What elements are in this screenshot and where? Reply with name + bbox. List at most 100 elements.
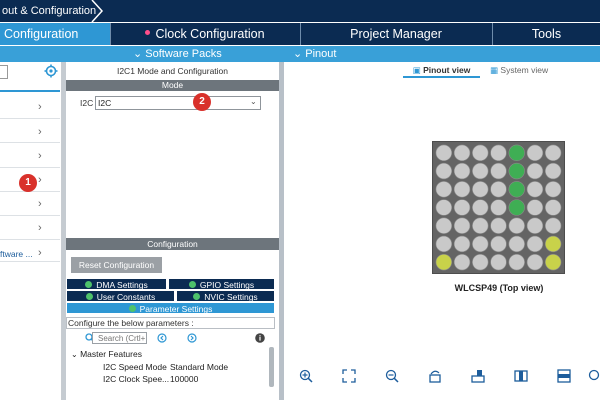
chip-pin[interactable] xyxy=(508,144,525,162)
chip-pin[interactable] xyxy=(472,181,489,198)
chip-pin[interactable] xyxy=(453,144,471,162)
chip-pin[interactable] xyxy=(508,162,525,180)
chip-pin[interactable] xyxy=(508,235,525,253)
chevron-down-icon: ⌄ xyxy=(250,97,257,106)
parameter-search-input[interactable] xyxy=(92,332,147,344)
chip-pin[interactable] xyxy=(453,217,471,234)
software-packs-menu[interactable]: ⌄ Software Packs xyxy=(133,46,222,62)
category-row[interactable] xyxy=(0,216,60,240)
flip-icon[interactable] xyxy=(471,369,485,383)
chip-pin[interactable] xyxy=(435,162,453,180)
tab-project-manager[interactable]: Project Manager xyxy=(301,23,491,45)
search-icon[interactable] xyxy=(588,369,600,383)
chip-pin[interactable] xyxy=(508,253,525,271)
tab-parameter-settings[interactable]: Parameter Settings xyxy=(66,302,275,314)
chip-pin[interactable] xyxy=(472,144,489,162)
chevron-down-icon: ⌄ xyxy=(293,48,303,60)
chip-pin[interactable] xyxy=(526,253,544,271)
tab-dma-settings[interactable]: DMA Settings xyxy=(66,278,167,290)
pinout-menu[interactable]: ⌄ Pinout xyxy=(293,46,336,62)
chip-pin[interactable] xyxy=(490,235,507,253)
chip-pin[interactable] xyxy=(490,162,507,180)
params-scrollbar[interactable] xyxy=(269,347,274,387)
i2c-mode-select[interactable]: I2C xyxy=(95,96,261,110)
chip-pin[interactable] xyxy=(435,199,453,216)
tab-system-view[interactable]: ▦ System view xyxy=(490,65,552,78)
fit-to-screen-icon[interactable] xyxy=(342,369,356,383)
chip-pin[interactable] xyxy=(544,181,562,198)
chip-pin[interactable] xyxy=(435,235,453,253)
chip-pin[interactable] xyxy=(453,181,471,198)
chip-icon: ▣ xyxy=(412,65,421,75)
chip-pin[interactable] xyxy=(544,235,562,253)
chip-pin[interactable] xyxy=(526,199,544,216)
chip-pin[interactable] xyxy=(544,199,562,216)
tab-user-constants[interactable]: User Constants xyxy=(66,290,175,302)
tab-tools[interactable]: Tools xyxy=(493,23,600,45)
reset-configuration-button[interactable]: Reset Configuration xyxy=(71,257,162,273)
chip-pin[interactable] xyxy=(526,144,544,162)
chip-pin[interactable] xyxy=(453,253,471,271)
chip-pin[interactable] xyxy=(453,162,471,180)
rotate-icon[interactable] xyxy=(428,369,442,383)
chip-pin[interactable] xyxy=(453,199,471,216)
chip-pin[interactable] xyxy=(435,217,453,234)
tab-nvic-settings[interactable]: NVIC Settings xyxy=(176,290,275,302)
info-icon[interactable] xyxy=(255,333,265,343)
chip-pin[interactable] xyxy=(472,235,489,253)
category-row[interactable] xyxy=(0,240,60,262)
mode-header: Mode xyxy=(66,80,279,91)
chip-pin[interactable] xyxy=(526,217,544,234)
split-horizontal-icon[interactable] xyxy=(557,369,571,383)
tab-gpio-settings[interactable]: GPIO Settings xyxy=(168,278,275,290)
gear-icon[interactable] xyxy=(44,64,58,78)
zoom-in-icon[interactable] xyxy=(299,369,313,383)
check-circle-icon xyxy=(193,293,201,301)
chip-pin[interactable] xyxy=(544,144,562,162)
chip-pin[interactable] xyxy=(435,144,453,162)
chip-pin[interactable] xyxy=(472,217,489,234)
zoom-out-icon[interactable] xyxy=(385,369,399,383)
chip-pin[interactable] xyxy=(526,235,544,253)
split-vertical-icon[interactable] xyxy=(514,369,528,383)
tab-clock-configuration[interactable]: Clock Configuration xyxy=(111,23,299,45)
package-label: WLCSP49 (Top view) xyxy=(454,283,544,293)
chip-package-diagram[interactable] xyxy=(432,141,565,274)
chip-pin[interactable] xyxy=(490,181,507,198)
breadcrumb[interactable]: out & Configuration xyxy=(0,0,104,22)
tab-label: Parameter Settings xyxy=(139,304,213,314)
chip-pin[interactable] xyxy=(453,235,471,253)
category-filter-select[interactable] xyxy=(0,65,8,79)
category-row[interactable] xyxy=(0,95,60,119)
chip-pin[interactable] xyxy=(526,162,544,180)
chip-pin[interactable] xyxy=(472,162,489,180)
next-match-icon[interactable] xyxy=(187,333,197,343)
chip-pin[interactable] xyxy=(472,253,489,271)
software-packs-label: Software Packs xyxy=(145,48,222,60)
param-value[interactable]: Standard Mode xyxy=(170,362,228,372)
param-value[interactable]: 100000 xyxy=(170,374,198,384)
tab-pinout-configuration[interactable]: Configuration xyxy=(0,23,110,45)
chip-pin[interactable] xyxy=(508,181,525,198)
chip-pin[interactable] xyxy=(490,199,507,216)
chip-pin[interactable] xyxy=(490,144,507,162)
chip-pin[interactable] xyxy=(544,253,562,271)
category-row[interactable] xyxy=(0,192,60,216)
previous-match-icon[interactable] xyxy=(157,333,167,343)
modified-dot-icon xyxy=(145,30,151,36)
chip-pin[interactable] xyxy=(490,217,507,234)
chip-pin[interactable] xyxy=(508,199,525,216)
category-row[interactable] xyxy=(0,144,60,168)
chip-pin[interactable] xyxy=(544,217,562,234)
group-master-features[interactable]: ⌄ Master Features xyxy=(71,349,142,359)
chip-pin[interactable] xyxy=(508,217,525,234)
chip-pin[interactable] xyxy=(472,199,489,216)
chip-pin[interactable] xyxy=(526,181,544,198)
check-circle-icon xyxy=(188,281,196,289)
category-row[interactable] xyxy=(0,119,60,143)
chip-pin[interactable] xyxy=(490,253,507,271)
chip-pin[interactable] xyxy=(435,253,453,271)
chip-pin[interactable] xyxy=(544,162,562,180)
tab-pinout-view[interactable]: ▣ Pinout view xyxy=(403,65,480,78)
chip-pin[interactable] xyxy=(435,181,453,198)
